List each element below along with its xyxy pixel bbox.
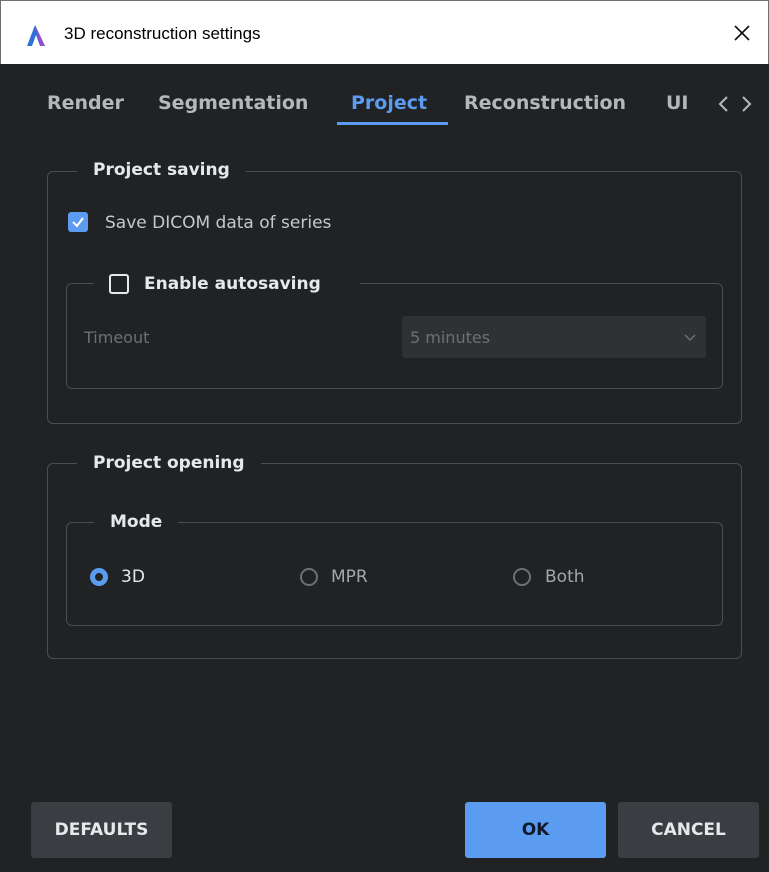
active-tab-indicator	[337, 122, 448, 125]
enable-autosaving-checkbox[interactable]	[109, 274, 129, 294]
radio-3d-label[interactable]: 3D	[121, 567, 145, 587]
title-bar: 3D reconstruction settings	[0, 0, 769, 64]
defaults-button[interactable]: DEFAULTS	[31, 802, 172, 858]
cancel-button[interactable]: CANCEL	[618, 802, 759, 858]
chevron-down-icon	[684, 334, 696, 342]
checkmark-icon	[72, 217, 84, 228]
radio-both[interactable]	[513, 568, 531, 586]
project-opening-title: Project opening	[77, 453, 261, 473]
tab-project[interactable]: Project	[351, 92, 427, 114]
project-saving-title: Project saving	[77, 160, 246, 180]
timeout-select-value: 5 minutes	[410, 328, 491, 347]
tab-bar: Render Segmentation Project Reconstructi…	[0, 64, 769, 126]
close-icon	[734, 25, 750, 41]
tab-ui[interactable]: UI	[666, 92, 689, 114]
app-logo-icon	[27, 25, 45, 46]
save-dicom-checkbox[interactable]	[68, 212, 88, 232]
radio-mpr-label[interactable]: MPR	[331, 567, 368, 587]
chevron-left-icon[interactable]	[716, 94, 732, 114]
chevron-right-icon[interactable]	[738, 94, 754, 114]
save-dicom-label[interactable]: Save DICOM data of series	[105, 213, 331, 233]
window-title: 3D reconstruction settings	[64, 24, 261, 43]
timeout-label: Timeout	[84, 328, 150, 347]
radio-mpr[interactable]	[300, 568, 318, 586]
tab-render[interactable]: Render	[47, 92, 124, 114]
enable-autosaving-label[interactable]: Enable autosaving	[144, 274, 321, 294]
mode-group	[66, 522, 723, 626]
radio-both-label[interactable]: Both	[545, 567, 585, 587]
mode-title: Mode	[94, 512, 179, 532]
tab-segmentation[interactable]: Segmentation	[158, 92, 308, 114]
ok-button[interactable]: OK	[465, 802, 606, 858]
timeout-select[interactable]: 5 minutes	[402, 316, 706, 358]
tab-reconstruction[interactable]: Reconstruction	[464, 92, 626, 114]
radio-3d[interactable]	[90, 568, 108, 586]
close-button[interactable]	[726, 17, 758, 49]
